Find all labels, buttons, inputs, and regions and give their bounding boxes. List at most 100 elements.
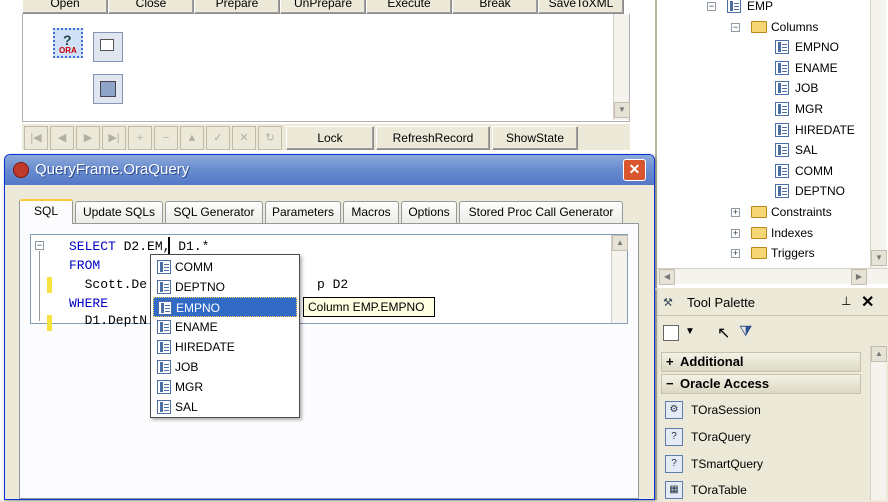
expand-icon[interactable]: + <box>731 208 740 217</box>
tab-stored-proc-call-generator[interactable]: Stored Proc Call Generator <box>459 201 623 223</box>
component-design-panel: ? ORA ▼ <box>22 14 630 122</box>
refresh-record-button[interactable]: RefreshRecord <box>376 126 490 150</box>
prior-record-icon[interactable]: ◀ <box>50 126 74 150</box>
tab-update-sqls[interactable]: Update SQLs <box>75 201 163 223</box>
scroll-left-arrow-icon[interactable]: ◀ <box>659 269 675 285</box>
column-icon <box>157 280 171 294</box>
column-icon <box>775 184 789 198</box>
list-item[interactable]: DEPTNO <box>153 277 297 297</box>
tree-horizontal-scrollbar[interactable]: ◀ ▶ <box>657 268 888 285</box>
column-icon <box>775 143 789 157</box>
oraquery-component-icon[interactable]: ? ORA <box>53 28 83 58</box>
list-item[interactable]: SAL <box>153 397 297 417</box>
list-item[interactable]: JOB <box>153 357 297 377</box>
dialog-titlebar[interactable]: QueryFrame.OraQuery ✕ <box>5 155 654 185</box>
filter-icon[interactable]: ⧩ <box>739 323 752 340</box>
cancel-edit-icon[interactable]: ✕ <box>232 126 256 150</box>
fold-icon[interactable]: − <box>35 241 44 250</box>
first-record-icon[interactable]: |◀ <box>24 126 48 150</box>
lock-button[interactable]: Lock <box>286 126 374 150</box>
palette-category-additional[interactable]: + Additional <box>661 352 861 372</box>
list-item[interactable]: HIREDATE <box>153 337 297 357</box>
insert-record-icon[interactable]: + <box>128 126 152 150</box>
close-button[interactable]: ✕ <box>623 159 646 181</box>
column-icon <box>158 301 172 315</box>
column-hint-tooltip: Column EMP.EMPNO <box>303 297 435 317</box>
close-icon[interactable]: ✕ <box>861 292 874 312</box>
last-record-icon[interactable]: ▶| <box>102 126 126 150</box>
close-button[interactable]: Close <box>108 0 194 14</box>
palette-category-oracle-access[interactable]: − Oracle Access <box>661 374 861 394</box>
palette-icon: ⚒ <box>663 297 673 309</box>
next-record-icon[interactable]: ▶ <box>76 126 100 150</box>
tool-palette-titlebar: ⚒ Tool Palette ⊥ ✕ <box>657 290 888 316</box>
palette-vertical-scrollbar[interactable]: ▲ <box>870 346 887 500</box>
disk-icon <box>100 81 116 97</box>
cursor-arrow-icon[interactable]: ↖ <box>717 323 730 343</box>
post-record-icon[interactable]: ✓ <box>206 126 230 150</box>
editor-tabs: SQL Update SQLs SQL Generator Parameters… <box>19 199 639 224</box>
provider-component-icon[interactable] <box>93 74 123 104</box>
collapse-icon: − <box>666 376 674 391</box>
sql-line-5: D1.DeptN <box>69 313 148 328</box>
schema-tree-view: − EMP − Columns EMPNO ENAME JOB MGR HIRE… <box>655 0 888 288</box>
session-icon: ⚙ <box>665 401 683 419</box>
collapse-icon[interactable]: − <box>731 23 740 32</box>
show-state-button[interactable]: ShowState <box>492 126 578 150</box>
list-item-selected[interactable]: EMPNO <box>153 297 297 317</box>
column-icon <box>775 40 789 54</box>
table-icon <box>727 0 741 13</box>
unprepare-button[interactable]: UnPrepare <box>280 0 366 14</box>
dataset-toolbar: Open Close Prepare UnPrepare Execute Bre… <box>22 0 632 14</box>
column-icon <box>775 81 789 95</box>
tab-macros[interactable]: Macros <box>343 201 399 223</box>
dropdown-arrow-icon[interactable]: ▼ <box>685 326 695 337</box>
break-button[interactable]: Break <box>452 0 538 14</box>
pin-icon[interactable]: ⊥ <box>841 294 851 308</box>
tab-options[interactable]: Options <box>401 201 457 223</box>
savetoxml-button[interactable]: SaveToXML <box>538 0 624 14</box>
prepare-button[interactable]: Prepare <box>194 0 280 14</box>
scroll-up-arrow-icon[interactable]: ▲ <box>612 235 628 251</box>
fold-line <box>39 251 40 321</box>
refresh-icon[interactable]: ↻ <box>258 126 282 150</box>
list-item[interactable]: COMM <box>153 257 297 277</box>
open-button[interactable]: Open <box>22 0 108 14</box>
column-icon <box>157 360 171 374</box>
tool-palette-title: Tool Palette <box>687 295 755 310</box>
folder-icon <box>751 227 767 239</box>
collapse-icon[interactable]: − <box>707 2 716 11</box>
ora-badge-icon: ORA <box>59 46 77 55</box>
tool-palette: ⚒ Tool Palette ⊥ ✕ ▼ ↖ ⧩ + Additional − Or… <box>655 290 888 500</box>
column-icon <box>775 61 789 75</box>
tab-sql-generator[interactable]: SQL Generator <box>165 201 263 223</box>
column-icon <box>775 102 789 116</box>
table-icon: ▦ <box>665 481 683 499</box>
list-item[interactable]: MGR <box>153 377 297 397</box>
changed-line-marker <box>47 277 52 293</box>
folder-icon <box>751 206 767 218</box>
tab-parameters[interactable]: Parameters <box>265 201 341 223</box>
query-icon: ? <box>665 428 683 446</box>
scroll-right-arrow-icon[interactable]: ▶ <box>851 269 867 285</box>
expand-icon[interactable]: + <box>731 229 740 238</box>
column-icon <box>775 164 789 178</box>
sql-tab-panel: − SELECT D2.EM, D1.* FROM Scott.De p D2 W… <box>19 223 639 499</box>
datasource-component-icon[interactable] <box>93 32 123 62</box>
tab-sql[interactable]: SQL <box>19 199 73 224</box>
expand-icon[interactable]: + <box>731 249 740 258</box>
changed-line-marker <box>47 315 52 331</box>
editor-vertical-scrollbar[interactable]: ▲ <box>611 235 628 323</box>
delete-record-icon[interactable]: − <box>154 126 178 150</box>
tree-vertical-scrollbar[interactable]: ▼ <box>870 0 887 268</box>
list-item[interactable]: ENAME <box>153 317 297 337</box>
edit-record-icon[interactable]: ▲ <box>180 126 204 150</box>
expand-icon: + <box>666 354 674 369</box>
categories-icon[interactable] <box>663 325 679 341</box>
design-vertical-scrollbar[interactable]: ▼ <box>613 14 630 120</box>
execute-button[interactable]: Execute <box>366 0 452 14</box>
scroll-down-arrow-icon[interactable]: ▼ <box>871 250 887 266</box>
scroll-down-arrow-icon[interactable]: ▼ <box>614 102 630 118</box>
autocomplete-list: COMM DEPTNO EMPNO ENAME HIREDATE JOB MGR… <box>150 254 300 418</box>
scroll-up-arrow-icon[interactable]: ▲ <box>871 346 887 362</box>
